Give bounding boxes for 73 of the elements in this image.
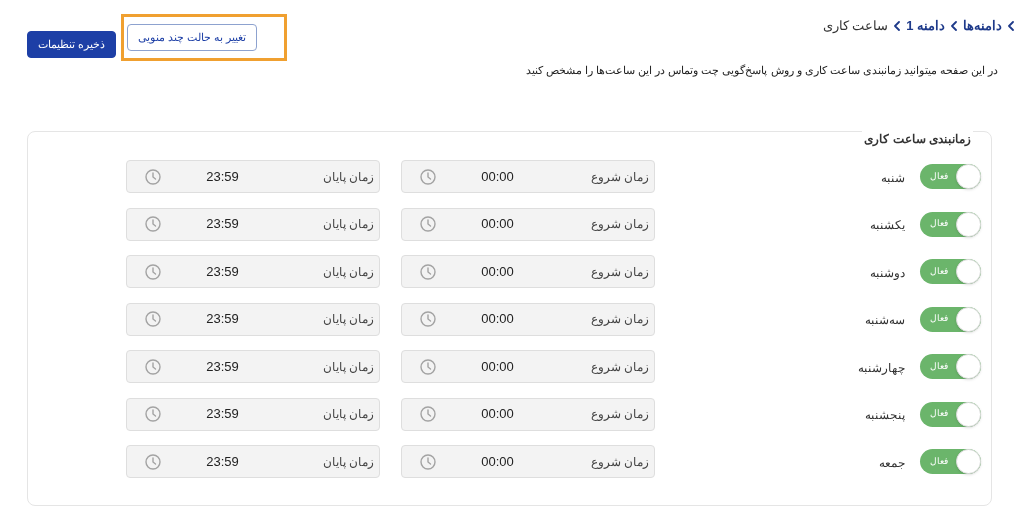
time-value: 00:00: [480, 405, 515, 424]
time-value: 23:59: [205, 215, 240, 234]
breadcrumb-link[interactable]: دامنه 1: [906, 16, 945, 36]
toggle-knob: [956, 164, 981, 189]
field-label: زمان شروع: [589, 263, 649, 281]
clock-icon: [420, 311, 436, 327]
time-value: 00:00: [480, 357, 515, 376]
card-title: زمانبندی ساعت کاری: [864, 132, 971, 146]
mode-button[interactable]: تغییر به حالت چند منویی: [127, 24, 258, 51]
clock-icon: [145, 168, 161, 185]
time-value: 00:00: [480, 452, 515, 471]
time-value: 23:59: [205, 452, 240, 471]
toggle-label: فعال: [930, 169, 948, 183]
clock-icon: [420, 358, 436, 375]
time-value: 23:59: [205, 405, 240, 424]
day-label: دوشنبه: [870, 265, 905, 280]
day-label: چهارشنبه: [858, 360, 905, 375]
toggle-knob: [956, 354, 981, 379]
field-label: زمان پایان: [321, 216, 374, 233]
description-text: در این صفحه میتوانید زمانبندی ساعت کاری و روش پاسخ‌گویی چت وتماس در این ساعت‌ها را مشخص کنید: [525, 63, 999, 79]
clock-icon: [145, 406, 161, 422]
breadcrumb-current: ساعت کاری: [822, 17, 889, 35]
field-label: زمان شروع: [589, 453, 649, 471]
breadcrumb-link[interactable]: دامنه‌ها: [963, 16, 1002, 36]
clock-icon: [420, 406, 436, 422]
field-label: زمان شروع: [589, 216, 649, 233]
day-label: شنبه: [881, 170, 905, 185]
field-label: زمان شروع: [589, 358, 649, 376]
time-value: 00:00: [480, 262, 515, 281]
toggle-knob: [956, 306, 981, 332]
clock-icon: [420, 453, 436, 470]
clock-icon: [420, 263, 436, 280]
time-value: 00:00: [480, 310, 515, 329]
field-label: زمان شروع: [589, 168, 649, 186]
chevron-icon: [893, 20, 902, 31]
time-value: 00:00: [480, 215, 515, 234]
chevron-icon: [950, 20, 958, 31]
clock-icon: [420, 168, 436, 185]
field-label: زمان پایان: [321, 358, 374, 376]
toggle-knob: [956, 449, 981, 474]
clock-icon: [145, 453, 161, 470]
day-label: جمعه: [879, 455, 905, 470]
toggle-knob: [956, 259, 981, 284]
time-value: 00:00: [480, 167, 515, 186]
clock-icon: [145, 216, 161, 232]
time-value: 23:59: [205, 262, 240, 281]
toggle-label: فعال: [930, 454, 948, 468]
field-label: زمان شروع: [589, 311, 649, 328]
clock-icon: [420, 216, 436, 232]
chevron-icon: [1007, 20, 1015, 31]
field-label: زمان پایان: [321, 453, 374, 471]
toggle-label: فعال: [930, 264, 948, 278]
day-label: سه‌شنبه: [865, 313, 905, 327]
day-label: یکشنبه: [870, 218, 905, 232]
toggle-knob: [956, 211, 981, 237]
clock-icon: [145, 358, 161, 375]
time-value: 23:59: [205, 167, 240, 186]
toggle-label: فعال: [930, 312, 948, 326]
field-label: زمان پایان: [321, 311, 374, 328]
field-label: زمان پایان: [321, 168, 374, 186]
field-label: زمان پایان: [321, 406, 374, 423]
clock-icon: [145, 263, 161, 280]
day-label: پنجشنبه: [865, 408, 905, 422]
time-value: 23:59: [205, 310, 240, 329]
toggle-label: فعال: [930, 407, 948, 421]
toggle-label: فعال: [930, 359, 948, 373]
field-label: زمان پایان: [321, 263, 374, 281]
toggle-label: فعال: [930, 217, 948, 231]
field-label: زمان شروع: [589, 406, 649, 423]
save-button[interactable]: ذخیره تنظیمات: [27, 31, 117, 58]
clock-icon: [145, 311, 161, 327]
time-value: 23:59: [205, 357, 240, 376]
toggle-knob: [956, 401, 981, 427]
